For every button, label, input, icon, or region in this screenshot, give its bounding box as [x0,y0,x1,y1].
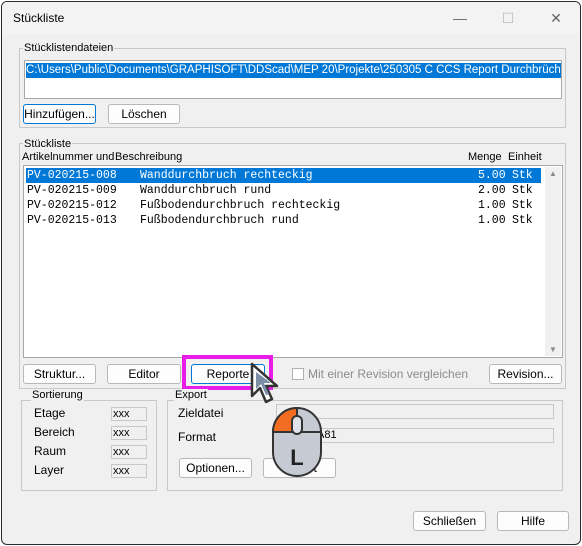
parts-listbox[interactable]: PV-020215-008 Wanddurchbruch rechteckig 5.… [23,165,563,358]
target-file-label: Zieldatei [178,406,224,420]
structure-button[interactable]: Struktur... [23,364,96,384]
column-header-description[interactable]: Beschreibung [115,151,182,163]
window-title: Stückliste [13,11,65,25]
quantity-cell: 1.00 [478,214,506,227]
format-label: Format [178,430,217,444]
article-cell: PV-020215-008 [27,169,117,182]
close-icon[interactable]: ✕ [536,6,576,30]
revision-button[interactable]: Revision... [489,364,562,384]
article-cell: PV-020215-012 [27,199,117,212]
quantity-cell: 1.00 [478,199,506,212]
stueckliste-dialog: Stückliste — ☐ ✕ Stücklistendateien C:\U… [1,1,581,545]
mouse-button-letter: L [290,445,303,470]
column-header-article[interactable]: Artikelnummer und [22,151,114,163]
delete-file-button[interactable]: Löschen [108,104,180,124]
sort-value[interactable]: xxx [111,407,147,421]
description-cell: Wanddurchbruch rund [140,184,272,197]
scroll-down-icon[interactable]: ▼ [549,345,557,354]
revision-compare-checkbox[interactable] [292,368,304,380]
parts-scrollbar[interactable]: ▲ ▼ [545,167,561,356]
quantity-cell: 2.00 [478,184,506,197]
export-group-label: Export [174,389,208,401]
description-cell: Fußbodendurchbruch rechteckig [140,199,341,212]
revision-compare-label: Mit einer Revision vergleichen [308,367,469,381]
list-item[interactable]: PV-020215-009 Wanddurchbruch rund 2.00 Stk [26,183,541,198]
sort-value[interactable]: xxx [111,426,147,440]
files-listbox[interactable]: C:\Users\Public\Documents\GRAPHISOFT\DDS… [24,60,562,99]
column-header-quantity[interactable]: Menge [468,151,502,163]
help-button[interactable]: Hilfe [497,511,569,531]
list-item[interactable]: PV-020215-013 Fußbodendurchbruch rund 1.00… [26,213,541,228]
sort-label: Bereich [34,425,75,439]
add-file-button[interactable]: Hinzufügen... [23,104,96,124]
description-cell: Fußbodendurchbruch rund [140,214,299,227]
list-item[interactable]: PV-020215-012 Fußbodendurchbruch rechteck… [26,198,541,213]
sort-value[interactable]: xxx [111,445,147,459]
parts-group-label: Stückliste [23,138,73,150]
sort-value[interactable]: xxx [111,464,147,478]
sort-group-label: Sortierung [31,389,84,401]
article-cell: PV-020215-009 [27,184,117,197]
scroll-up-icon[interactable]: ▲ [549,169,557,178]
unit-cell: Stk [512,184,533,197]
unit-cell: Stk [512,169,533,182]
quantity-cell: 5.00 [478,169,506,182]
sort-label: Raum [34,444,67,458]
files-group-label: Stücklistendateien [23,42,115,54]
options-button[interactable]: Optionen... [179,458,252,478]
list-item[interactable]: PV-020215-008 Wanddurchbruch rechteckig 5.… [26,168,541,183]
unit-cell: Stk [512,214,533,227]
editor-button[interactable]: Editor [107,364,181,384]
close-dialog-button[interactable]: Schließen [413,511,486,531]
description-cell: Wanddurchbruch rechteckig [140,169,313,182]
sort-label: Layer [34,463,65,477]
column-header-unit[interactable]: Einheit [508,151,542,163]
article-cell: PV-020215-013 [27,214,117,227]
sort-label: Etage [34,406,66,420]
minimize-icon[interactable]: — [440,6,480,30]
unit-cell: Stk [512,199,533,212]
left-mouse-button-icon: L [271,406,322,477]
maximize-icon[interactable]: ☐ [488,6,528,30]
file-path-item[interactable]: C:\Users\Public\Documents\GRAPHISOFT\DDS… [26,63,561,78]
title-bar: Stückliste — ☐ ✕ [2,2,580,34]
